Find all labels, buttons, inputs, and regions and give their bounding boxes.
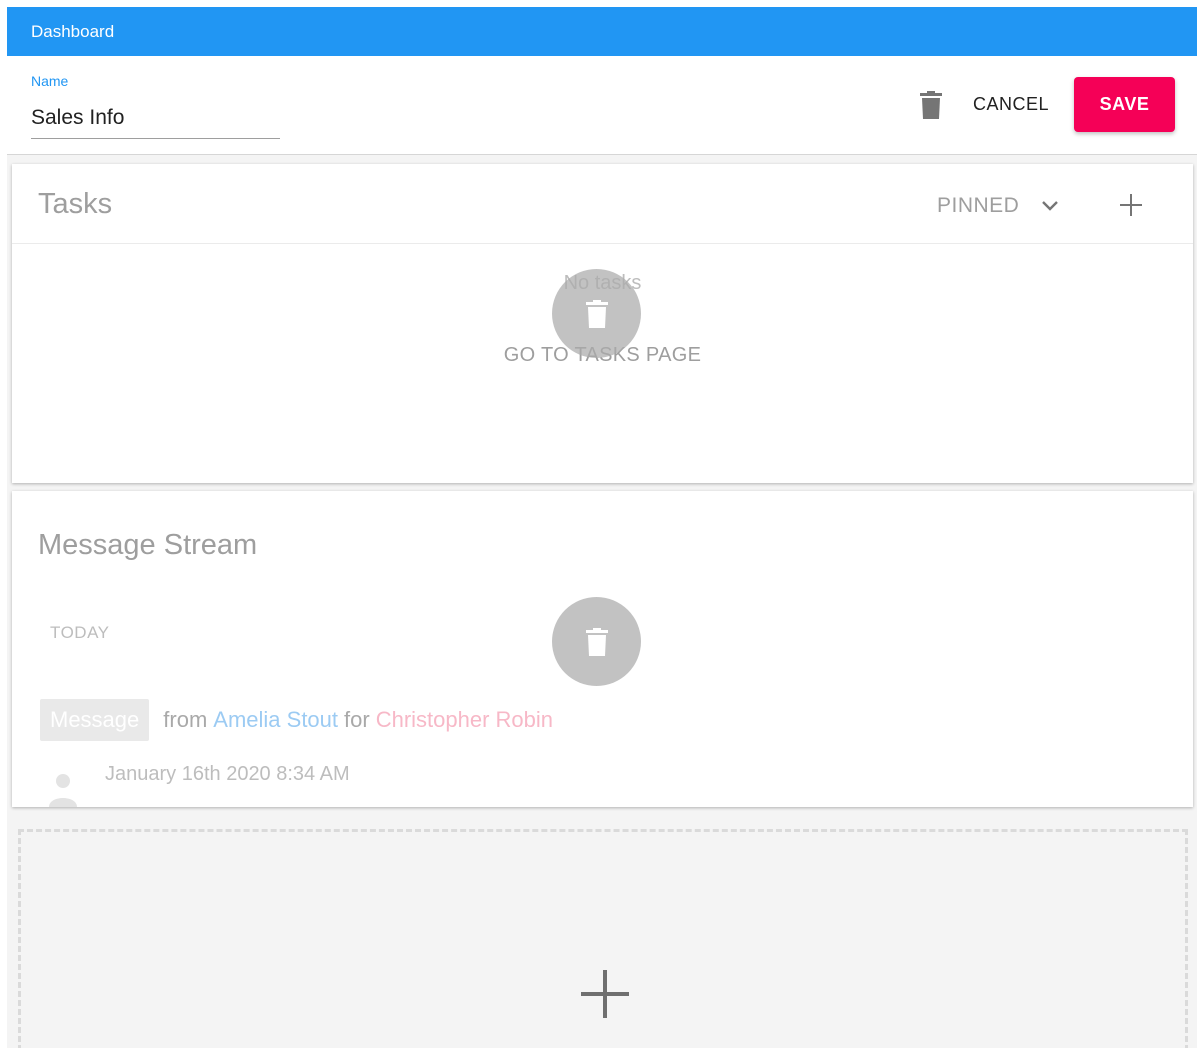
dashboard-edit-row: Name CANCEL SAVE bbox=[7, 56, 1197, 154]
trash-icon bbox=[585, 627, 608, 656]
message-recipient-link[interactable]: Christopher Robin bbox=[376, 707, 553, 733]
avatar bbox=[48, 771, 78, 807]
plus-icon bbox=[581, 970, 629, 1018]
delete-dashboard-button[interactable] bbox=[915, 88, 947, 122]
message-type-chip: Message bbox=[40, 699, 150, 741]
name-field: Name bbox=[31, 73, 280, 142]
remove-tasks-widget-button[interactable] bbox=[552, 269, 641, 358]
cancel-button[interactable]: CANCEL bbox=[965, 81, 1057, 127]
message-from-text: from bbox=[163, 707, 208, 732]
app-bar: Dashboard bbox=[7, 7, 1197, 56]
remove-message-stream-widget-button[interactable] bbox=[552, 597, 641, 686]
message-stream-widget: Message Stream TODAY Message from Amelia… bbox=[12, 491, 1193, 807]
plus-icon bbox=[1120, 194, 1142, 216]
message-stream-title: Message Stream bbox=[38, 529, 258, 561]
tasks-title: Tasks bbox=[38, 188, 113, 220]
save-button[interactable]: SAVE bbox=[1074, 77, 1175, 132]
name-input[interactable] bbox=[31, 97, 280, 139]
message-author-link[interactable]: Amelia Stout bbox=[213, 707, 338, 733]
name-label: Name bbox=[31, 73, 69, 89]
user-icon bbox=[49, 774, 77, 807]
day-group-label: TODAY bbox=[50, 623, 110, 642]
chevron-down-icon bbox=[1039, 195, 1061, 217]
tasks-filter-select[interactable]: PINNED bbox=[937, 194, 1061, 218]
dashboard-app: Dashboard Name CANCEL SAVE Tasks PINNED bbox=[7, 7, 1197, 1048]
tasks-widget: Tasks PINNED No tasks GO bbox=[12, 164, 1193, 483]
app-bar-title: Dashboard bbox=[31, 22, 115, 41]
message-item: Message from Amelia Stout for Christophe… bbox=[40, 699, 553, 741]
add-task-button[interactable] bbox=[1115, 189, 1147, 221]
tasks-widget-header: Tasks PINNED bbox=[12, 164, 1193, 244]
tasks-filter-value: PINNED bbox=[937, 194, 1020, 217]
dashboard-content: Tasks PINNED No tasks GO bbox=[7, 154, 1197, 1048]
message-for-text: for bbox=[344, 707, 370, 732]
add-widget-dropzone[interactable] bbox=[18, 829, 1188, 1048]
message-timestamp: January 16th 2020 8:34 AM bbox=[105, 763, 350, 785]
trash-icon bbox=[920, 91, 942, 119]
trash-icon bbox=[585, 299, 608, 328]
